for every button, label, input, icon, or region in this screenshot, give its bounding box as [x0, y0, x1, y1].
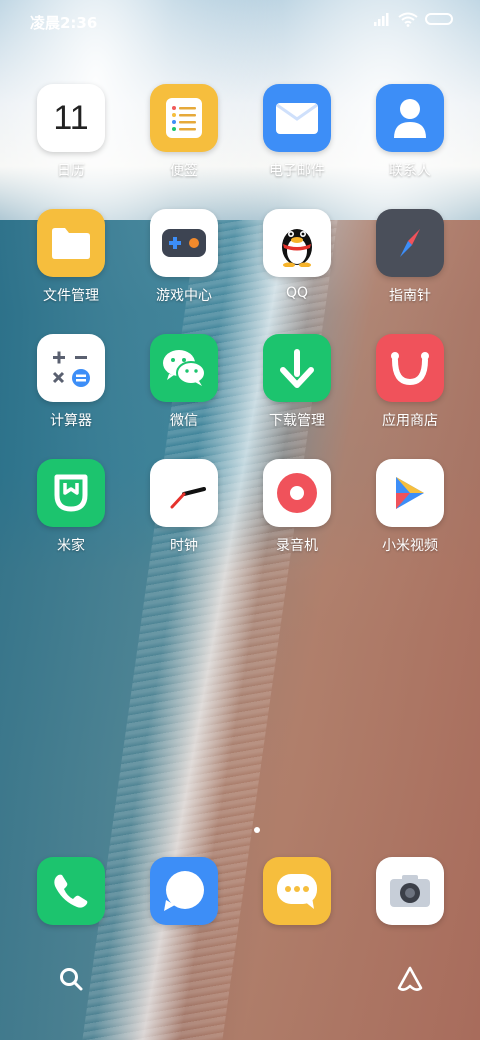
record-icon [263, 459, 331, 527]
app-label: 文件管理 [43, 288, 99, 304]
video-play-icon [376, 459, 444, 527]
app-calculator[interactable]: 计算器 [21, 334, 121, 430]
app-label: 下载管理 [269, 413, 325, 429]
app-label: 时钟 [170, 538, 198, 554]
app-label: 日历 [57, 163, 85, 179]
wechat-icon [150, 334, 218, 402]
app-qq[interactable]: QQ [247, 209, 347, 301]
app-mivideo[interactable]: 小米视频 [360, 459, 460, 555]
notes-icon [150, 84, 218, 152]
dock-messages[interactable] [134, 857, 234, 925]
gamepad-icon [150, 209, 218, 277]
app-label: 电子邮件 [269, 163, 325, 179]
download-arrow-icon [263, 334, 331, 402]
chat-dots-icon [263, 857, 331, 925]
dock-camera[interactable] [360, 857, 460, 925]
app-mihome[interactable]: 米家 [21, 459, 121, 555]
app-clock[interactable]: 时钟 [134, 459, 234, 555]
folder-icon [37, 209, 105, 277]
app-label: 微信 [170, 413, 198, 429]
calendar-day: 11 [53, 98, 89, 137]
clock-icon [150, 459, 218, 527]
mail-icon [263, 84, 331, 152]
bottom-bar [0, 962, 480, 994]
app-label: 录音机 [276, 538, 318, 554]
qq-penguin-icon [263, 209, 331, 277]
calculator-icon [37, 334, 105, 402]
shopping-bag-icon [376, 334, 444, 402]
app-label: 米家 [57, 538, 85, 554]
mihome-icon [37, 459, 105, 527]
app-label: 应用商店 [382, 413, 438, 429]
app-recorder[interactable]: 录音机 [247, 459, 347, 555]
app-contacts[interactable]: 联系人 [360, 84, 460, 180]
signal-icon [374, 13, 389, 26]
status-time: 凌晨2:36 [30, 14, 98, 32]
calendar-icon: 11 [37, 84, 105, 152]
app-label: 便签 [170, 163, 198, 179]
app-email[interactable]: 电子邮件 [247, 84, 347, 180]
app-notes[interactable]: 便签 [134, 84, 234, 180]
app-games[interactable]: 游戏中心 [134, 209, 234, 305]
app-appstore[interactable]: 应用商店 [360, 334, 460, 430]
dock-chat[interactable] [247, 857, 347, 925]
app-calendar[interactable]: 11 日历 [21, 84, 121, 180]
page-indicator[interactable] [254, 827, 260, 833]
app-label: 游戏中心 [156, 288, 212, 304]
contact-person-icon [376, 84, 444, 152]
camera-icon [376, 857, 444, 925]
app-label: 指南针 [389, 288, 431, 304]
app-files[interactable]: 文件管理 [21, 209, 121, 305]
app-label: QQ [285, 285, 309, 301]
app-wechat[interactable]: 微信 [134, 334, 234, 430]
status-bar: 凌晨2:36 [0, 0, 480, 40]
app-downloads[interactable]: 下载管理 [247, 334, 347, 430]
app-compass[interactable]: 指南针 [360, 209, 460, 305]
wifi-icon [398, 12, 418, 27]
app-label: 计算器 [50, 413, 92, 429]
app-label: 小米视频 [382, 538, 438, 554]
dock-phone[interactable] [21, 857, 121, 925]
app-label: 联系人 [389, 163, 431, 179]
phone-icon [37, 857, 105, 925]
message-bubble-icon [150, 857, 218, 925]
assistant-icon[interactable] [395, 964, 425, 994]
compass-icon [376, 209, 444, 277]
search-icon[interactable] [58, 966, 84, 992]
battery-icon [425, 13, 453, 25]
